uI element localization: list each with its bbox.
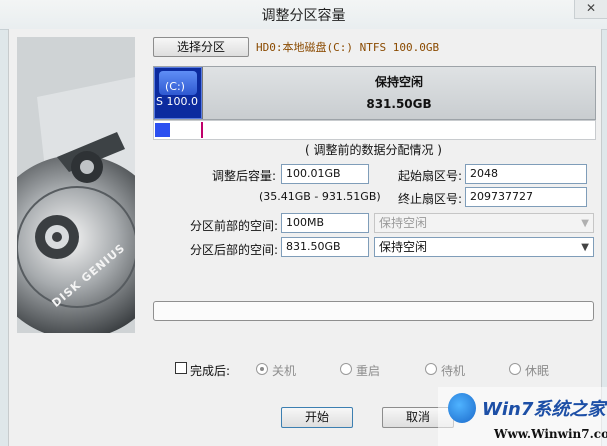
watermark-url: Www.Winwin7.com <box>494 427 607 441</box>
chevron-down-icon: ▼ <box>581 242 589 253</box>
after-complete-label: 完成后: <box>190 364 231 378</box>
title-bar: 调整分区容量 ✕ <box>0 0 607 30</box>
start-button[interactable]: 开始 <box>281 407 353 428</box>
before-space-select[interactable]: 保持空闲 ▼ <box>374 213 594 233</box>
partition-c-size: S 100.0 <box>156 95 198 108</box>
radio-standby-label: 待机 <box>441 364 466 378</box>
progress-bar <box>153 301 594 321</box>
after-space-input[interactable]: 831.50GB <box>281 237 369 257</box>
partition-c-segment[interactable]: (C:) S 100.0 <box>154 67 202 119</box>
start-sector-input[interactable]: 2048 <box>465 164 587 184</box>
radio-standby[interactable] <box>425 363 437 375</box>
watermark-brand: Win7系统之家 <box>482 399 606 420</box>
before-space-option: 保持空闲 <box>379 216 428 230</box>
free-space-segment[interactable]: 保持空闲 831.50GB <box>202 67 595 119</box>
section-title: ( 调整前的数据分配情况 ) <box>305 143 442 157</box>
window-title: 调整分区容量 <box>261 8 346 24</box>
start-sector-label: 起始扇区号: <box>398 169 463 183</box>
radio-restart[interactable] <box>340 363 352 375</box>
size-range-text: (35.41GB - 931.51GB) <box>259 190 381 203</box>
before-space-label: 分区前部的空间: <box>190 219 279 233</box>
select-partition-button[interactable]: 选择分区 <box>153 37 249 57</box>
radio-shutdown[interactable] <box>256 363 268 375</box>
after-space-label: 分区后部的空间: <box>190 243 279 257</box>
radio-shutdown-label: 关机 <box>272 364 297 378</box>
radio-hibernate[interactable] <box>509 363 521 375</box>
close-icon: ✕ <box>585 1 597 15</box>
dialog-client: DISK GENIUS 选择分区 HD0:本地磁盘(C:) NTFS 100.0… <box>8 29 602 446</box>
free-space-size: 831.50GB <box>366 97 432 111</box>
partition-bar: (C:) S 100.0 保持空闲 831.50GB <box>153 66 596 120</box>
after-space-option: 保持空闲 <box>379 240 428 254</box>
partition-c-label: (C:) <box>165 80 185 93</box>
before-space-input[interactable]: 100MB <box>281 213 369 233</box>
disk-info-text: HD0:本地磁盘(C:) NTFS 100.0GB <box>256 41 440 54</box>
mini-boundary-marker <box>201 122 203 138</box>
new-size-label: 调整后容量: <box>212 169 277 183</box>
new-size-input[interactable]: 100.01GB <box>281 164 369 184</box>
disk-genius-art: DISK GENIUS <box>17 37 135 333</box>
end-sector-input[interactable]: 209737727 <box>465 187 587 207</box>
after-complete-checkbox[interactable] <box>175 362 187 374</box>
chevron-down-icon: ▼ <box>581 218 589 229</box>
end-sector-label: 终止扇区号: <box>398 192 463 206</box>
site-watermark: Win7系统之家 Www.Winwin7.com <box>438 387 607 446</box>
radio-hibernate-label: 休眠 <box>525 364 550 378</box>
radio-restart-label: 重启 <box>356 364 381 378</box>
mini-partition-bar <box>153 120 596 140</box>
free-space-name: 保持空闲 <box>374 75 423 89</box>
mini-c-block <box>155 123 170 137</box>
close-button[interactable]: ✕ <box>574 0 607 19</box>
windows-logo-icon <box>448 393 476 423</box>
after-space-select[interactable]: 保持空闲 ▼ <box>374 237 594 257</box>
